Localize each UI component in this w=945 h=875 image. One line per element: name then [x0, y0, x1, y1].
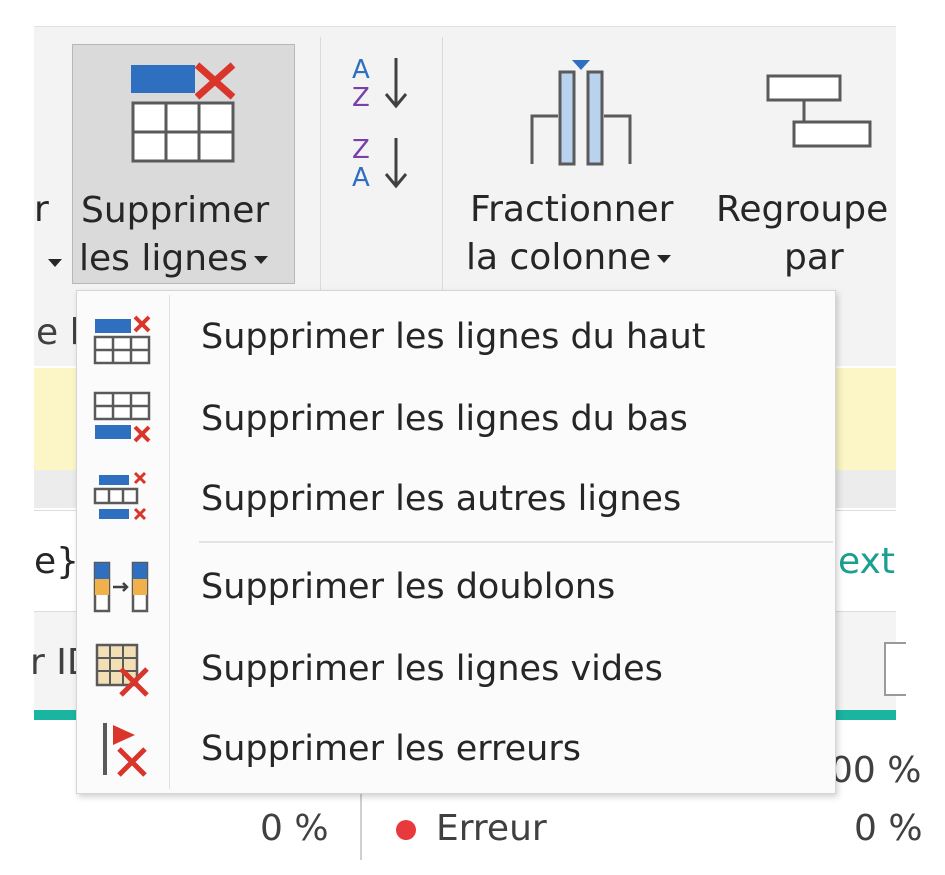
ribbon-separator [320, 37, 321, 295]
chevron-down-icon [657, 255, 672, 263]
menu-item-remove-top-rows[interactable]: Supprimer les lignes du haut [77, 297, 835, 377]
sort-asc-letter-top: A [352, 55, 370, 85]
group-by-label-2: par [784, 237, 844, 278]
menu-item-label: Supprimer les doublons [201, 567, 616, 607]
grid-divider [360, 792, 362, 860]
remove-rows-button[interactable]: Supprimer les lignes [72, 44, 295, 284]
menu-item-label: Supprimer les erreurs [201, 729, 581, 769]
split-column-icon [530, 60, 632, 166]
sort-desc-letter-top: Z [352, 135, 370, 165]
menu-separator [199, 541, 833, 543]
menu-item-label: Supprimer les autres lignes [201, 479, 682, 519]
remove-blank-rows-icon [95, 643, 149, 697]
sort-descending-button[interactable]: Z A [350, 132, 420, 194]
split-column-label-1: Fractionner [470, 189, 674, 230]
remove-duplicates-icon [93, 561, 149, 613]
ribbon-group-label: e l [36, 312, 80, 353]
grid-value-row1-right: 00 % [830, 750, 922, 791]
remove-rows-label-2: les lignes [79, 235, 268, 283]
menu-item-label: Supprimer les lignes du haut [201, 317, 706, 357]
split-column-label-2: la colonne [466, 234, 672, 282]
partial-button-caret[interactable] [42, 252, 62, 271]
group-by-label-1: Regroupe [716, 189, 889, 230]
remove-rows-menu: Supprimer les lignes du haut Supprimer l… [76, 290, 836, 794]
formula-text-right: ext [838, 541, 895, 582]
group-by-button[interactable]: Regroupe par [712, 44, 896, 284]
column-header-checkbox[interactable] [884, 642, 906, 696]
menu-item-remove-errors[interactable]: Supprimer les erreurs [77, 709, 835, 789]
remove-rows-icon [131, 62, 236, 163]
chevron-down-icon [253, 256, 268, 264]
sort-ascending-button[interactable]: A Z [350, 52, 420, 114]
menu-item-label: Supprimer les lignes vides [201, 649, 663, 689]
sort-ascending-icon: A Z [352, 55, 408, 113]
grid-value-row2-left: 0 % [260, 808, 329, 849]
remove-alternate-rows-icon [93, 471, 147, 521]
menu-item-label: Supprimer les lignes du bas [201, 399, 688, 439]
menu-item-remove-duplicates[interactable]: Supprimer les doublons [77, 547, 835, 627]
sort-asc-letter-bottom: Z [352, 83, 370, 113]
remove-rows-label-1: Supprimer [81, 190, 270, 231]
remove-bottom-rows-icon [93, 391, 151, 443]
split-column-button[interactable]: Fractionner la colonne [462, 44, 702, 284]
remove-errors-icon [103, 723, 147, 777]
sort-descending-icon: Z A [352, 135, 408, 193]
formula-text-left: e} [34, 541, 80, 582]
grid-value-row2-right: 0 % [854, 808, 923, 849]
remove-top-rows-icon [93, 315, 151, 365]
menu-item-remove-alternate-rows[interactable]: Supprimer les autres lignes [77, 459, 835, 539]
partial-button-label[interactable]: r [34, 186, 49, 234]
ribbon-separator [442, 37, 443, 295]
error-status-dot [396, 820, 416, 840]
menu-item-remove-blank-rows[interactable]: Supprimer les lignes vides [77, 629, 835, 709]
menu-item-remove-bottom-rows[interactable]: Supprimer les lignes du bas [77, 379, 835, 459]
grid-status-error: Erreur [436, 808, 547, 849]
group-by-icon [766, 74, 872, 148]
sort-desc-letter-bottom: A [352, 163, 370, 193]
